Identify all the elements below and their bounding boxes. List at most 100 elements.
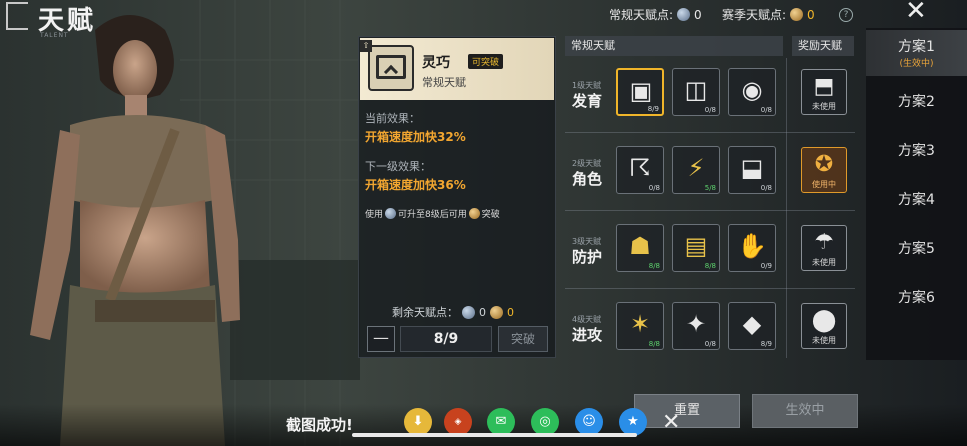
- tab-plan-5[interactable]: 方案5: [866, 225, 967, 271]
- season-coin-icon: [790, 8, 804, 21]
- bonus-talent-cell[interactable]: ✪ 使用中: [801, 147, 847, 193]
- season-points-label: 赛季天赋点:: [722, 8, 787, 22]
- decrease-button[interactable]: —: [367, 326, 395, 352]
- talent-level: 0/8: [704, 106, 716, 114]
- tab-plan-2[interactable]: 方案2: [866, 78, 967, 124]
- scroll-indicator: [352, 433, 637, 437]
- help-icon[interactable]: ?: [839, 8, 853, 22]
- talent-level: 8/8: [648, 262, 660, 270]
- bonus-crate-icon: ⬒: [813, 74, 835, 99]
- grenade-icon: ⬤: [811, 308, 837, 333]
- remaining-gold-value: 0: [507, 305, 514, 319]
- row-category-label: 角色: [572, 170, 603, 188]
- tab-status: (生效中): [899, 59, 934, 69]
- talent-cell[interactable]: ▤ 8/8: [672, 224, 720, 272]
- talent-cell[interactable]: ☗ 8/8: [616, 224, 664, 272]
- breakthrough-button[interactable]: 突破: [498, 326, 548, 352]
- supply-crate-icon: ▣: [629, 77, 653, 105]
- talent-level: 0/9: [760, 262, 772, 270]
- tab-label: 方案5: [898, 241, 935, 257]
- talent-level: 0/8: [760, 184, 772, 192]
- share-qzone-icon[interactable]: ★: [619, 408, 647, 436]
- talent-cell[interactable]: ◉ 0/8: [728, 68, 776, 116]
- share-close-icon[interactable]: ✕: [662, 410, 680, 435]
- runner-icon: ⚡: [687, 154, 705, 182]
- note-middle: 可升至8级后可用: [398, 210, 467, 220]
- note-suffix: 突破: [481, 210, 500, 220]
- talent-cell[interactable]: ☈ 0/8: [616, 146, 664, 194]
- page-subtitle: TALENT: [40, 32, 69, 39]
- screenshot-success-text: 截图成功!: [286, 416, 353, 434]
- talent-level: 0/8: [648, 184, 660, 192]
- title-bracket: [6, 2, 28, 30]
- bonus-status: 使用中: [812, 180, 836, 189]
- tab-plan-1[interactable]: 方案1 (生效中): [866, 30, 967, 76]
- talent-cell[interactable]: ⬓ 0/8: [728, 146, 776, 194]
- row-divider: [565, 288, 855, 289]
- row-divider: [565, 132, 855, 133]
- share-download-icon[interactable]: ⬇: [404, 408, 432, 436]
- tab-label: 方案2: [898, 94, 935, 110]
- bonus-talent-header: 奖励天赋: [792, 36, 854, 56]
- upgrade-arrow-icon: ⇧: [360, 40, 372, 52]
- talent-level: 0/8: [760, 106, 772, 114]
- talent-type: 常规天赋: [422, 76, 466, 89]
- remaining-gold-coin-icon: [490, 305, 503, 319]
- talent-level: 8/8: [648, 340, 660, 348]
- tab-label: 方案6: [898, 290, 935, 306]
- tab-label: 方案4: [898, 192, 935, 208]
- season-points-value: 0: [807, 7, 815, 22]
- tab-plan-3[interactable]: 方案3: [866, 127, 967, 173]
- muscle-icon: ✪: [814, 152, 834, 177]
- remaining-points: 剩余天赋点： 0 0: [392, 304, 514, 320]
- talent-cell[interactable]: ⚡ 5/8: [672, 146, 720, 194]
- bonus-status: 未使用: [812, 258, 836, 267]
- melee-icon: ✦: [685, 310, 707, 338]
- talent-cell[interactable]: ◆ 8/9: [728, 302, 776, 350]
- tab-label: 方案3: [898, 143, 935, 159]
- row-divider: [565, 210, 855, 211]
- talent-level: 8/9: [647, 105, 659, 113]
- effective-button[interactable]: 生效中: [752, 394, 858, 428]
- row-category-label: 发育: [572, 92, 603, 110]
- close-icon[interactable]: ✕: [905, 0, 927, 26]
- backpack-icon: ⬓: [740, 154, 764, 182]
- regular-talent-header: 常规天赋: [565, 36, 783, 56]
- talent-cell[interactable]: ▣ 8/9: [616, 68, 664, 116]
- breakthrough-badge: 可突破: [468, 54, 504, 69]
- next-effect-label: 下一级效果：: [365, 160, 431, 173]
- vest-icon: ▤: [684, 232, 708, 260]
- talent-level: 0/8: [704, 340, 716, 348]
- regular-coin-icon: [677, 8, 691, 21]
- share-qq-icon[interactable]: ☺: [575, 408, 603, 436]
- grid-divider: [786, 58, 787, 358]
- row-category-label: 进攻: [572, 326, 603, 344]
- row-category-label: 防护: [572, 248, 603, 266]
- bonus-talent-cell[interactable]: ☂ 未使用: [801, 225, 847, 271]
- reset-button[interactable]: 重置: [634, 394, 740, 428]
- bonus-talent-cell[interactable]: ⬒ 未使用: [801, 69, 847, 115]
- tab-plan-6[interactable]: 方案6: [866, 274, 967, 320]
- talent-level: 5/8: [704, 184, 716, 192]
- bonus-status: 未使用: [812, 336, 836, 345]
- current-effect-label: 当前效果：: [365, 112, 420, 125]
- throw-icon: ◉: [741, 76, 763, 104]
- talent-cell[interactable]: ✦ 0/8: [672, 302, 720, 350]
- current-effect-value: 开箱速度加快32%: [365, 130, 466, 144]
- talent-cell[interactable]: ✋ 0/9: [728, 224, 776, 272]
- parachute-icon: ☂: [814, 230, 834, 255]
- talent-cell[interactable]: ✶ 8/8: [616, 302, 664, 350]
- bonus-talent-cell[interactable]: ⬤ 未使用: [801, 303, 847, 349]
- glove-icon: ✋: [737, 232, 767, 260]
- share-moments-icon[interactable]: ◎: [531, 408, 559, 436]
- rifle-icon: ✶: [629, 310, 651, 338]
- talent-cell[interactable]: ◫ 0/8: [672, 68, 720, 116]
- tab-plan-4[interactable]: 方案4: [866, 176, 967, 222]
- regular-points-label: 常规天赋点:: [609, 8, 674, 22]
- share-wechat-icon[interactable]: ✉: [487, 408, 515, 436]
- note-blue-coin-icon: [385, 208, 397, 219]
- share-game-icon[interactable]: ◈: [444, 408, 472, 436]
- talent-level: 8/9: [760, 340, 772, 348]
- note-gold-coin-icon: [468, 208, 480, 219]
- note-prefix: 使用: [365, 210, 384, 220]
